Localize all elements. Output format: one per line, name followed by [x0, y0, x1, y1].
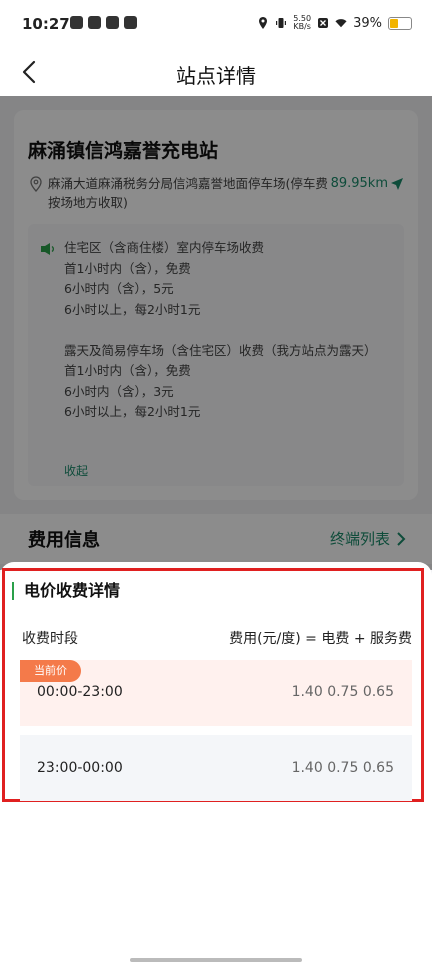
- price-row: 23:00-00:00 1.40 0.75 0.65: [20, 735, 412, 801]
- fee-column-header: 费用(元/度) = 电费 + 服务费: [229, 631, 412, 647]
- sheet-title: 电价收费详情: [12, 582, 120, 600]
- page-title: 站点详情: [176, 64, 256, 88]
- home-indicator[interactable]: [130, 958, 302, 962]
- location-icon: [259, 17, 268, 29]
- dim-overlay[interactable]: [0, 96, 432, 570]
- period-column-header: 收费时段: [22, 631, 78, 647]
- crown-icon: [88, 16, 101, 29]
- vibrate-icon: [276, 18, 287, 28]
- speed-unit: KB/s: [293, 22, 311, 31]
- status-time: 10:27: [22, 15, 70, 33]
- notification-icons: [70, 16, 137, 29]
- wifi-icon: [335, 19, 347, 28]
- price-values: 1.40 0.75 0.65: [291, 684, 394, 700]
- price-row-current: 当前价 00:00-23:00 1.40 0.75 0.65: [20, 660, 412, 726]
- price-period: 23:00-00:00: [37, 760, 123, 776]
- message-icon: [124, 16, 137, 29]
- status-bar: 10:27 5.50 KB/s 39%: [0, 0, 432, 48]
- no-sim-icon: [318, 18, 329, 28]
- battery-icon: [388, 16, 412, 30]
- battery-percent: 39%: [353, 15, 382, 31]
- price-values: 1.40 0.75 0.65: [291, 760, 394, 776]
- nav-bar: 站点详情: [0, 48, 432, 96]
- tiktok-icon: [106, 16, 119, 29]
- current-price-badge: 当前价: [20, 660, 81, 682]
- price-period: 00:00-23:00: [37, 684, 123, 700]
- status-right: 5.50 KB/s 39%: [257, 15, 412, 31]
- app-notification-icon: [70, 16, 83, 29]
- network-speed: 5.50 KB/s: [293, 15, 311, 31]
